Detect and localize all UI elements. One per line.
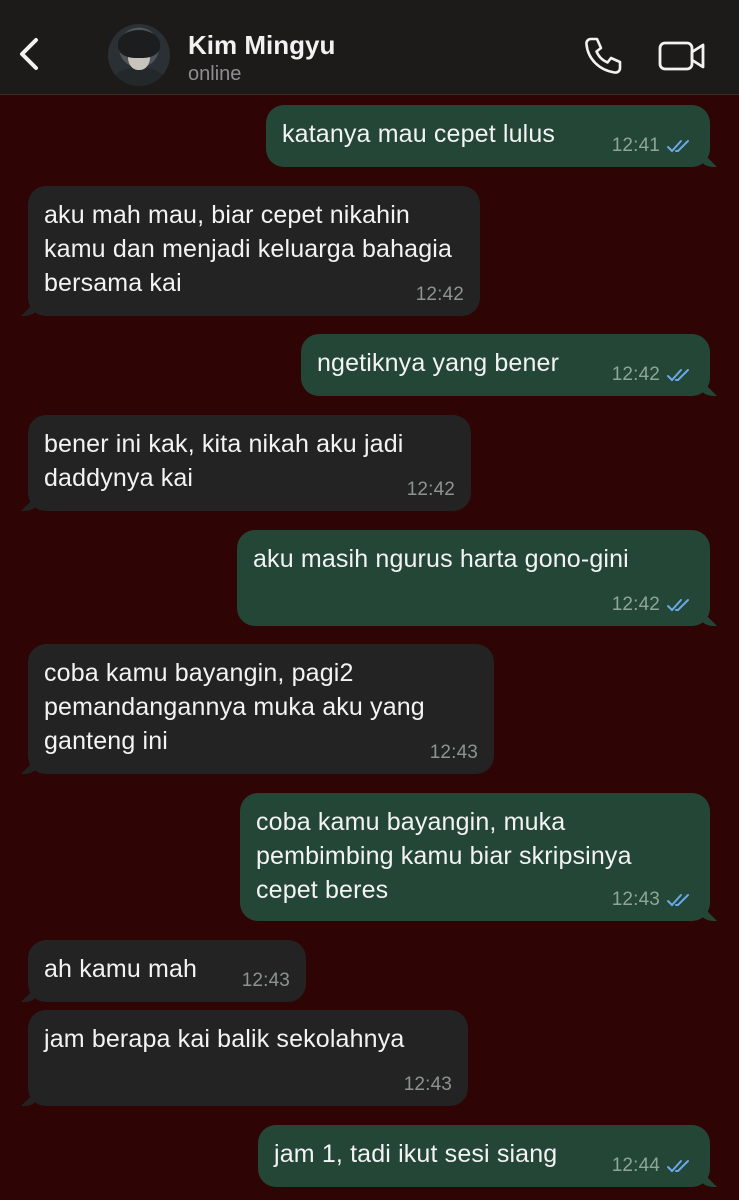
double-check-icon [667,599,689,612]
chat-header: Kim Mingyu online [0,0,739,95]
message-time: 12:43 [429,742,478,763]
message-incoming[interactable]: coba kamu bayangin, pagi2 pemandangannya… [28,644,494,774]
message-time: 12:43 [403,1074,452,1095]
message-meta: 12:42 [612,364,694,386]
message-time: 12:42 [611,364,660,385]
message-meta: 12:43 [612,889,694,911]
message-outgoing[interactable]: coba kamu bayangin, muka pembimbing kamu… [240,793,710,921]
message-meta: 12:43 [404,1074,452,1096]
chevron-left-icon[interactable] [14,34,44,74]
message-time: 12:42 [415,284,464,305]
double-check-icon [667,140,689,153]
message-outgoing[interactable]: katanya mau cepet lulus 12:41 [266,105,710,167]
video-camera-icon[interactable] [658,34,706,76]
message-meta: 12:42 [416,284,464,306]
message-text: jam berapa kai balik sekolahnya [44,1025,405,1053]
message-meta: 12:44 [612,1155,694,1177]
message-meta: 12:42 [612,594,694,616]
message-time: 12:41 [611,135,660,156]
message-incoming[interactable]: jam berapa kai balik sekolahnya 12:43 [28,1010,468,1106]
message-meta: 12:43 [242,970,290,992]
phone-icon[interactable] [582,34,624,76]
avatar[interactable] [108,24,170,86]
contact-name[interactable]: Kim Mingyu [188,30,335,60]
message-text: coba kamu bayangin, pagi2 pemandangannya… [44,659,425,755]
double-check-icon [667,1160,689,1173]
double-check-icon [667,369,689,382]
message-incoming[interactable]: ah kamu mah 12:43 [28,940,306,1002]
message-time: 12:42 [611,594,660,615]
message-text: aku masih ngurus harta gono-gini [253,545,629,573]
message-text: bener ini kak, kita nikah aku jadi daddy… [44,430,404,492]
message-incoming[interactable]: aku mah mau, biar cepet nikahin kamu dan… [28,186,480,316]
message-outgoing[interactable]: jam 1, tadi ikut sesi siang 12:44 [258,1125,710,1187]
contact-status: online [188,63,242,85]
message-meta: 12:43 [430,742,478,764]
message-text: aku mah mau, biar cepet nikahin kamu dan… [44,201,453,297]
message-outgoing[interactable]: aku masih ngurus harta gono-gini 12:42 [237,530,710,626]
message-meta: 12:41 [612,135,694,157]
double-check-icon [667,894,689,907]
message-meta: 12:42 [407,479,455,501]
message-time: 12:43 [611,889,660,910]
message-time: 12:43 [241,970,290,991]
message-outgoing[interactable]: ngetiknya yang bener 12:42 [301,334,710,396]
message-incoming[interactable]: bener ini kak, kita nikah aku jadi daddy… [28,415,471,511]
message-time: 12:42 [406,479,455,500]
message-time: 12:44 [611,1155,660,1176]
